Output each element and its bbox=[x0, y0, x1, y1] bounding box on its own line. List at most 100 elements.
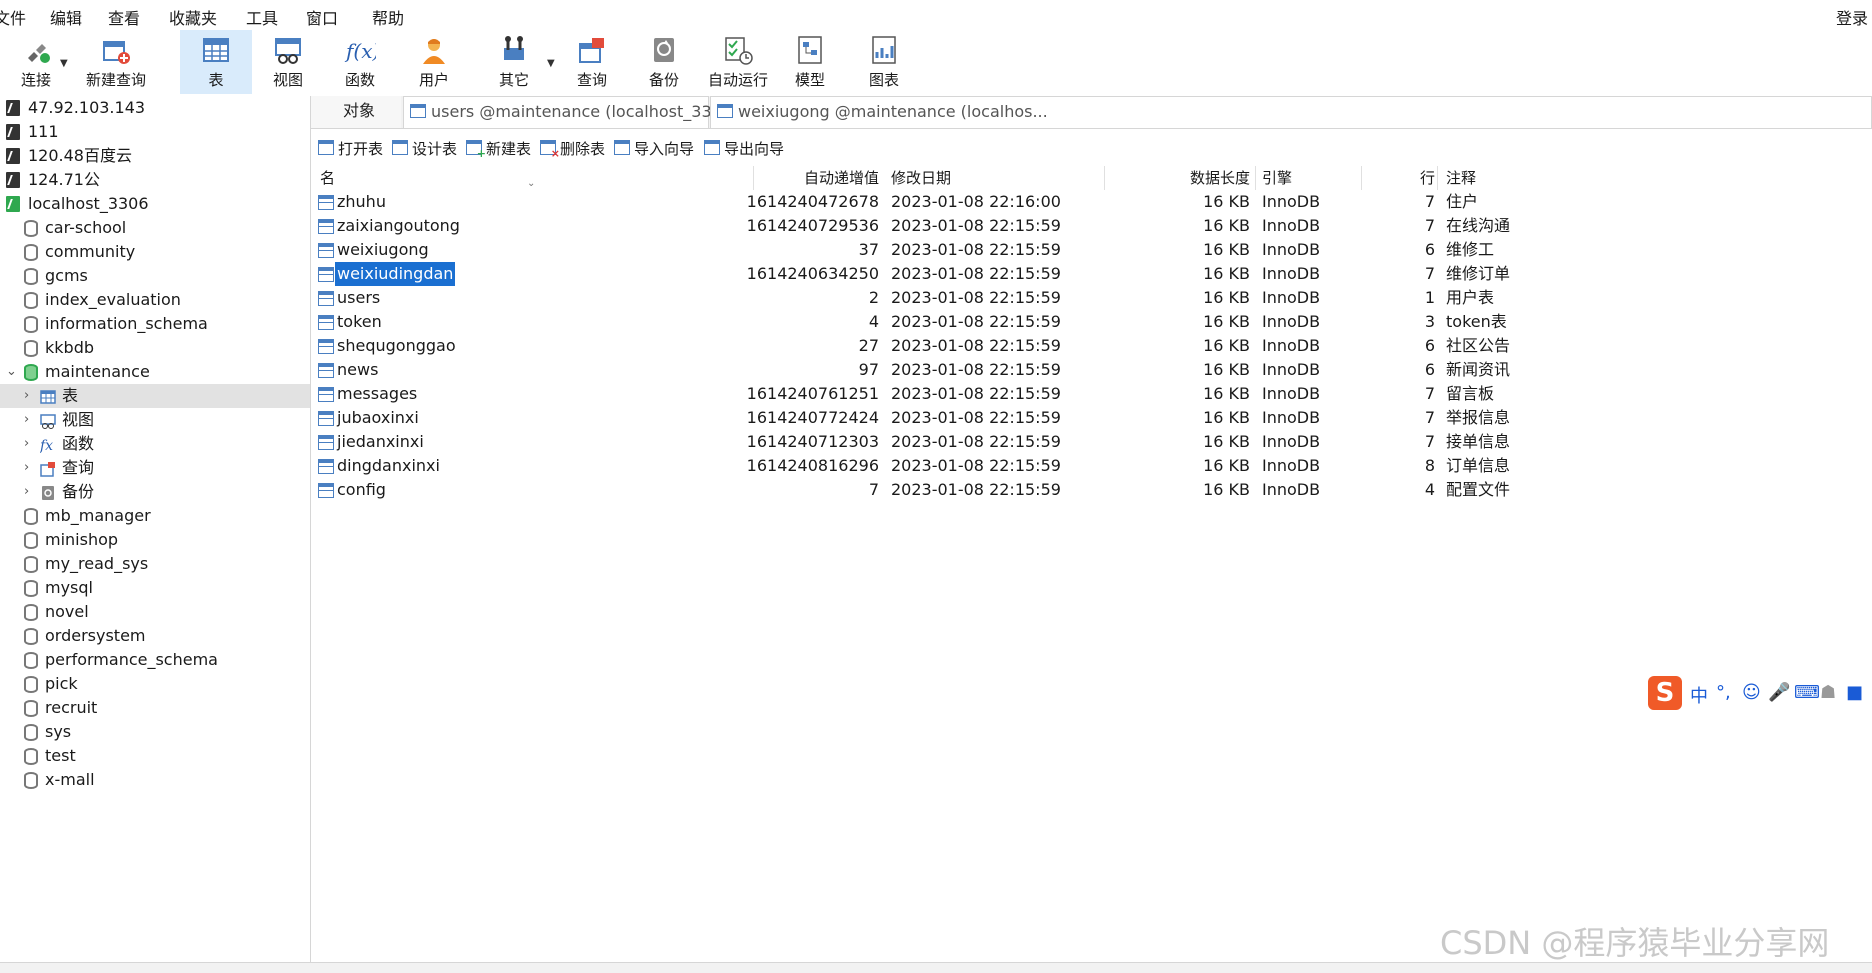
table-name[interactable]: jiedanxinxi bbox=[335, 430, 426, 454]
col-comment[interactable]: 注释 bbox=[1446, 166, 1476, 190]
chevron-right-icon[interactable]: › bbox=[24, 456, 29, 480]
table-row[interactable]: config 7 2023-01-08 22:15:59 16 KB InnoDB 4 配置… bbox=[311, 478, 1711, 502]
table-row[interactable]: users 2 2023-01-08 22:15:59 16 KB InnoDB 1 用户表 bbox=[311, 286, 1711, 310]
database-item[interactable]: car-school bbox=[0, 216, 310, 240]
emoji-icon[interactable]: ☺ bbox=[1742, 682, 1761, 703]
database-item[interactable]: recruit bbox=[0, 696, 310, 720]
menu-help[interactable]: 帮助 bbox=[372, 5, 404, 29]
tab-users[interactable]: users @maintenance (localhost_330... bbox=[403, 96, 737, 128]
db-child-item[interactable]: › fx 函数 bbox=[0, 432, 310, 456]
col-divider[interactable] bbox=[1437, 166, 1438, 190]
database-item[interactable]: pick bbox=[0, 672, 310, 696]
table-name[interactable]: token bbox=[335, 310, 384, 334]
other-button[interactable]: 其它 bbox=[478, 30, 550, 94]
function-button[interactable]: f(x) 函数 bbox=[324, 30, 396, 94]
ime-toolbar[interactable]: S 中 °, ☺ 🎤 ⌨ ☗ ■ bbox=[1648, 676, 1872, 712]
connection-item[interactable]: 111 bbox=[0, 120, 310, 144]
col-name[interactable]: 名 bbox=[320, 166, 335, 190]
menu-view[interactable]: 查看 bbox=[108, 5, 140, 29]
skin-icon[interactable]: ■ bbox=[1846, 682, 1863, 703]
database-item[interactable]: my_read_sys bbox=[0, 552, 310, 576]
model-button[interactable]: 模型 bbox=[774, 30, 846, 94]
login-button[interactable]: 登录 bbox=[1836, 5, 1868, 29]
chevron-right-icon[interactable]: › bbox=[24, 384, 29, 408]
col-data-length[interactable]: 数据长度 bbox=[1011, 166, 1250, 190]
sogou-logo[interactable]: S bbox=[1648, 676, 1682, 710]
table-row[interactable]: zaixiangoutong 1614240729536 2023-01-08 22… bbox=[311, 214, 1711, 238]
table-row[interactable]: news 97 2023-01-08 22:15:59 16 KB InnoDB 6 新闻资… bbox=[311, 358, 1711, 382]
db-child-item[interactable]: › 备份 bbox=[0, 480, 310, 504]
database-item[interactable]: gcms bbox=[0, 264, 310, 288]
tab-objects[interactable]: 对象 bbox=[311, 96, 401, 128]
table-name[interactable]: zhuhu bbox=[335, 190, 388, 214]
menu-window[interactable]: 窗口 bbox=[306, 5, 338, 29]
ime-mode[interactable]: 中 bbox=[1690, 682, 1708, 708]
chevron-right-icon[interactable]: › bbox=[24, 432, 29, 456]
table-name[interactable]: weixiugong bbox=[335, 238, 431, 262]
database-item[interactable]: mb_manager bbox=[0, 504, 310, 528]
tab-weixiugong[interactable]: weixiugong @maintenance (localhos... bbox=[710, 96, 1872, 128]
user-button[interactable]: 用户 bbox=[398, 30, 470, 94]
ime-punct[interactable]: °, bbox=[1716, 682, 1731, 703]
table-name[interactable]: messages bbox=[335, 382, 419, 406]
database-item[interactable]: minishop bbox=[0, 528, 310, 552]
connection-item[interactable]: 120.48百度云 bbox=[0, 144, 310, 168]
table-row[interactable]: zhuhu 1614240472678 2023-01-08 22:16:00 16 … bbox=[311, 190, 1711, 214]
col-modified[interactable]: 修改日期 bbox=[891, 166, 951, 190]
microphone-icon[interactable]: 🎤 bbox=[1768, 682, 1790, 703]
table-row[interactable]: messages 1614240761251 2023-01-08 22:15:59… bbox=[311, 382, 1711, 406]
table-name[interactable]: news bbox=[335, 358, 380, 382]
table-name[interactable]: config bbox=[335, 478, 388, 502]
menu-file[interactable]: 文件 bbox=[0, 5, 26, 29]
menu-edit[interactable]: 编辑 bbox=[50, 5, 82, 29]
col-divider[interactable] bbox=[1255, 166, 1256, 190]
delete-table-button[interactable]: 删除表 bbox=[540, 138, 605, 160]
db-child-item[interactable]: › 查询 bbox=[0, 456, 310, 480]
table-row[interactable]: jubaoxinxi 1614240772424 2023-01-08 22:15:… bbox=[311, 406, 1711, 430]
new-table-button[interactable]: 新建表 bbox=[466, 138, 531, 160]
database-item[interactable]: performance_schema bbox=[0, 648, 310, 672]
db-child-item[interactable]: › 视图 bbox=[0, 408, 310, 432]
table-name[interactable]: zaixiangoutong bbox=[335, 214, 462, 238]
database-item[interactable]: mysql bbox=[0, 576, 310, 600]
menu-tools[interactable]: 工具 bbox=[246, 5, 278, 29]
database-item[interactable]: index_evaluation bbox=[0, 288, 310, 312]
design-table-button[interactable]: 设计表 bbox=[392, 138, 457, 159]
export-wizard-button[interactable]: 导出向导 bbox=[704, 138, 784, 159]
database-item[interactable]: kkbdb bbox=[0, 336, 310, 360]
table-row[interactable]: weixiugong 37 2023-01-08 22:15:59 16 KB Inno… bbox=[311, 238, 1711, 262]
col-divider[interactable] bbox=[1361, 166, 1362, 190]
user-icon[interactable]: ☗ bbox=[1820, 682, 1836, 703]
table-row[interactable]: dingdanxinxi 1614240816296 2023-01-08 22:1… bbox=[311, 454, 1711, 478]
view-button[interactable]: 视图 bbox=[252, 30, 324, 94]
database-item-maintenance[interactable]: ⌄ maintenance bbox=[0, 360, 310, 384]
col-rows[interactable]: 行 bbox=[1391, 166, 1435, 190]
query-button[interactable]: 查询 bbox=[556, 30, 628, 94]
table-row[interactable]: shequgonggao 27 2023-01-08 22:15:59 16 KB In… bbox=[311, 334, 1711, 358]
database-item[interactable]: novel bbox=[0, 600, 310, 624]
table-name[interactable]: dingdanxinxi bbox=[335, 454, 442, 478]
connect-dropdown-icon[interactable]: ▼ bbox=[60, 58, 68, 69]
database-item[interactable]: test bbox=[0, 744, 310, 768]
table-button[interactable]: 表 bbox=[180, 30, 252, 94]
table-row[interactable]: weixiudingdan 1614240634250 2023-01-08 22:… bbox=[311, 262, 1711, 286]
keyboard-icon[interactable]: ⌨ bbox=[1794, 682, 1820, 703]
import-wizard-button[interactable]: 导入向导 bbox=[614, 138, 694, 159]
table-name[interactable]: users bbox=[335, 286, 382, 310]
new-query-button[interactable]: 新建查询 bbox=[70, 30, 162, 94]
chevron-down-icon[interactable]: ⌄ bbox=[6, 360, 17, 384]
table-row[interactable]: token 4 2023-01-08 22:15:59 16 KB InnoDB 3 tok… bbox=[311, 310, 1711, 334]
chevron-right-icon[interactable]: › bbox=[24, 408, 29, 432]
database-item[interactable]: community bbox=[0, 240, 310, 264]
db-child-item[interactable]: › 表 bbox=[0, 384, 310, 408]
backup-button[interactable]: 备份 bbox=[628, 30, 700, 94]
chevron-right-icon[interactable]: › bbox=[24, 480, 29, 504]
auto-run-button[interactable]: 自动运行 bbox=[702, 30, 774, 94]
open-table-button[interactable]: 打开表 bbox=[318, 138, 383, 159]
table-name[interactable]: shequgonggao bbox=[335, 334, 458, 358]
connection-item[interactable]: 124.71公 bbox=[0, 168, 310, 192]
table-row[interactable]: jiedanxinxi 1614240712303 2023-01-08 22:15… bbox=[311, 430, 1711, 454]
table-name[interactable]: jubaoxinxi bbox=[335, 406, 421, 430]
connection-item-localhost[interactable]: localhost_3306 bbox=[0, 192, 310, 216]
database-item[interactable]: information_schema bbox=[0, 312, 310, 336]
